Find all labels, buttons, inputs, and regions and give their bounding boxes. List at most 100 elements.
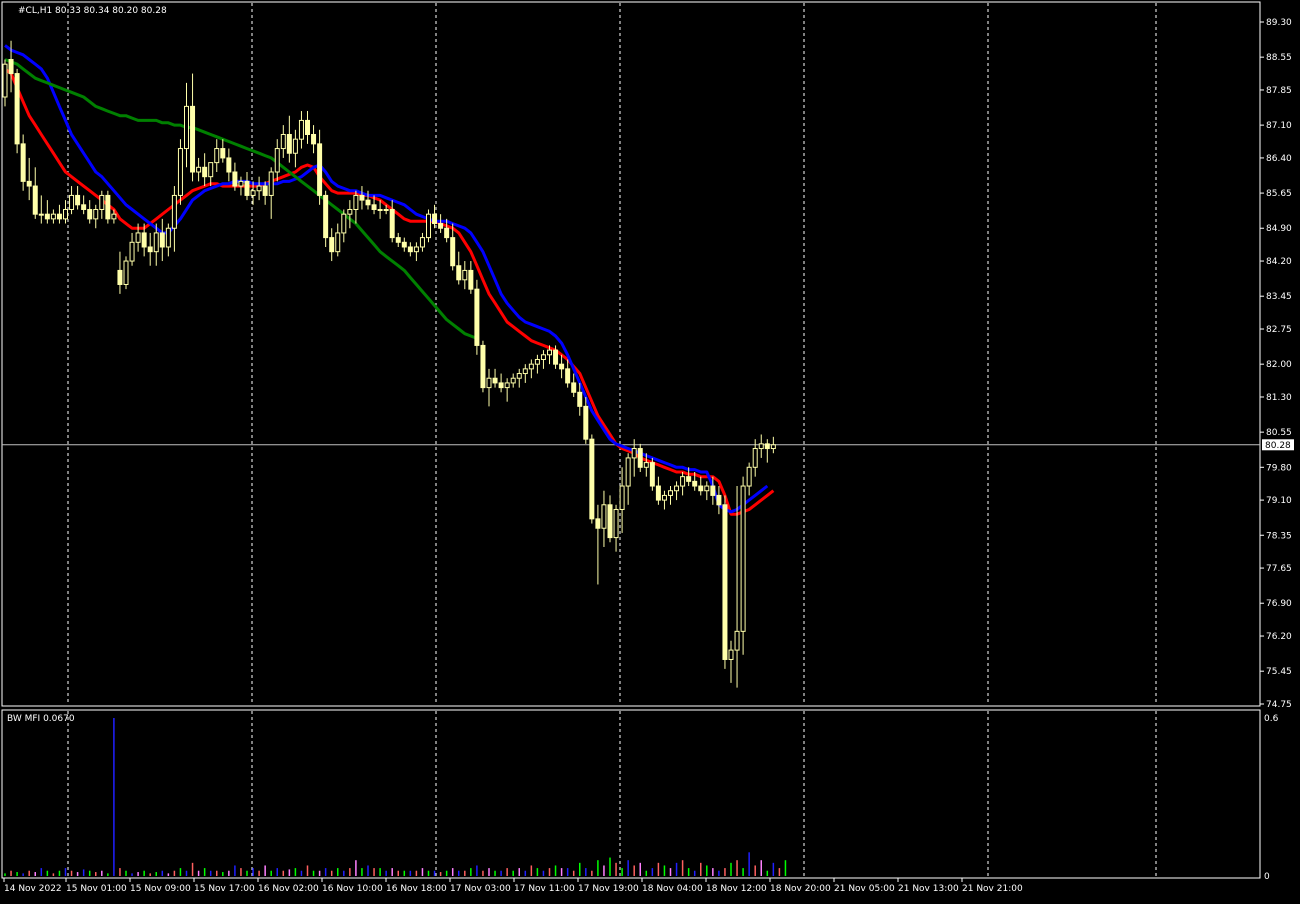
price-tick-label: 89.30 xyxy=(1266,18,1292,28)
symbol-header: #CL,H1 80.33 80.34 80.20 80.28 xyxy=(18,6,167,16)
candle-body xyxy=(14,73,20,145)
candle-body xyxy=(99,194,105,210)
candle-body xyxy=(56,213,62,220)
time-tick-label: 21 Nov 21:00 xyxy=(962,884,1023,894)
mfi-header: BW MFI 0.0670 xyxy=(7,714,75,724)
candle-body xyxy=(105,194,111,220)
trading-chart-window[interactable]: 89.30 88.55 87.85 87.10 86.40 85.65 84.90 84.20… xyxy=(0,0,1300,900)
candle-body xyxy=(341,213,347,234)
candle-body xyxy=(565,368,571,384)
price-tick-label: 77.65 xyxy=(1266,564,1292,574)
candle-body xyxy=(764,443,770,450)
price-tick-label: 79.10 xyxy=(1266,496,1292,506)
price-tick-label: 87.85 xyxy=(1266,86,1292,96)
candle-body xyxy=(329,237,335,253)
price-tick-label: 84.90 xyxy=(1266,224,1292,234)
candle-body xyxy=(413,246,419,253)
candle-body xyxy=(190,105,196,173)
candle-body xyxy=(540,354,546,360)
candle-body xyxy=(395,237,401,243)
candle-body xyxy=(728,649,734,660)
candle-body xyxy=(202,166,208,178)
candle-body xyxy=(69,194,75,210)
candle-body xyxy=(141,232,147,248)
candle-body xyxy=(649,462,655,487)
candle-body xyxy=(462,269,468,281)
candle-body xyxy=(135,232,141,243)
candle-body xyxy=(20,143,26,182)
candle-body xyxy=(559,363,565,370)
candle-body xyxy=(474,288,480,346)
price-tick-label: 87.10 xyxy=(1266,121,1292,131)
candle-body xyxy=(274,148,280,173)
candle-body xyxy=(419,237,425,248)
chart-canvas[interactable]: 89.30 88.55 87.85 87.10 86.40 85.65 84.90 84.20… xyxy=(0,0,1300,900)
candle-body xyxy=(317,143,323,196)
time-tick-label: 17 Nov 03:00 xyxy=(450,884,511,894)
time-tick-label: 17 Nov 19:00 xyxy=(578,884,639,894)
candle-body xyxy=(377,208,383,211)
time-tick-label: 17 Nov 11:00 xyxy=(514,884,575,894)
candle-body xyxy=(2,63,8,98)
candle-body xyxy=(595,518,601,529)
candle-body xyxy=(335,232,341,253)
candle-body xyxy=(619,485,625,510)
time-tick-label: 16 Nov 18:00 xyxy=(386,884,447,894)
candle-body xyxy=(8,58,14,75)
candle-body xyxy=(734,630,740,651)
candle-body xyxy=(81,204,87,210)
price-tick-label: 74.75 xyxy=(1266,700,1292,710)
candle-body xyxy=(722,504,728,660)
price-tick-label: 75.45 xyxy=(1266,667,1292,677)
candle-body xyxy=(32,185,38,215)
candle-body xyxy=(680,476,686,487)
candle-body xyxy=(123,260,129,285)
candle-body xyxy=(637,448,643,468)
candle-body xyxy=(432,213,438,225)
candle-body xyxy=(547,349,552,356)
candle-body xyxy=(746,466,752,487)
candle-body xyxy=(196,166,202,173)
price-tick-label: 78.35 xyxy=(1266,531,1292,541)
candle-body xyxy=(286,133,292,154)
candle-body xyxy=(510,377,516,384)
candle-body xyxy=(323,194,329,239)
candle-body xyxy=(50,213,56,220)
candle-body xyxy=(38,213,44,216)
price-tick-label: 82.75 xyxy=(1266,325,1292,335)
candle-body xyxy=(44,213,50,220)
candle-body xyxy=(147,246,153,253)
candle-body xyxy=(625,457,631,487)
candle-body xyxy=(159,232,165,248)
candle-body xyxy=(655,485,661,501)
time-tick-label: 18 Nov 12:00 xyxy=(706,884,767,894)
candle-body xyxy=(208,162,214,178)
time-tick-label: 16 Nov 02:00 xyxy=(258,884,319,894)
candle-body xyxy=(589,438,595,520)
candle-body xyxy=(438,223,444,229)
candle-body xyxy=(262,185,268,196)
time-tick-label: 21 Nov 13:00 xyxy=(898,884,959,894)
candle-body xyxy=(226,157,232,173)
price-tick-label: 82.00 xyxy=(1266,360,1292,370)
candle-body xyxy=(674,485,680,492)
candle-body xyxy=(220,148,226,159)
candle-body xyxy=(292,138,298,154)
price-tick-label: 76.90 xyxy=(1266,599,1292,609)
price-tick-label: 81.30 xyxy=(1266,393,1292,403)
candle-body xyxy=(347,208,353,215)
candle-body xyxy=(171,194,177,229)
candle-body xyxy=(770,444,776,450)
candle-body xyxy=(426,213,431,239)
candle-body xyxy=(486,377,492,389)
time-tick-label: 16 Nov 10:00 xyxy=(322,884,383,894)
time-tick-label: 14 Nov 2022 xyxy=(4,884,62,894)
price-tick-label: 83.45 xyxy=(1266,292,1292,302)
mfi-tick-label: 0.6 xyxy=(1264,714,1279,724)
candle-body xyxy=(492,377,498,384)
candle-body xyxy=(583,405,589,440)
candle-body xyxy=(450,237,456,267)
candle-body xyxy=(129,241,135,262)
candle-body xyxy=(383,208,389,211)
time-tick-label: 15 Nov 01:00 xyxy=(66,884,127,894)
